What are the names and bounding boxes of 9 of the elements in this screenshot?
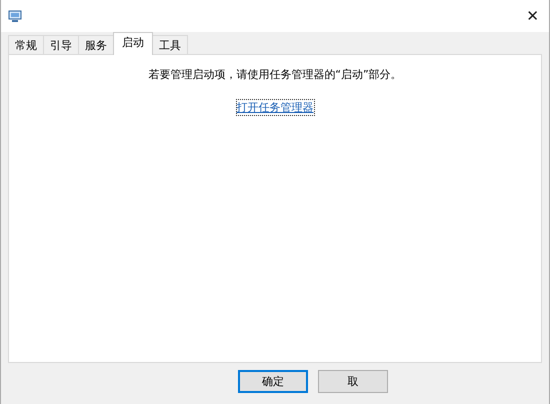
startup-message: 若要管理启动项，请使用任务管理器的“启动”部分。 xyxy=(148,67,402,82)
dialog-button[interactable]: 确定 xyxy=(238,370,308,393)
dialog-button[interactable]: 取 xyxy=(318,370,388,393)
app-icon xyxy=(8,10,22,22)
open-task-manager-link[interactable]: 打开任务管理器 xyxy=(236,100,314,115)
tab[interactable]: 工具 xyxy=(152,35,188,55)
tab[interactable]: 常规 xyxy=(8,35,44,55)
close-button[interactable]: ✕ xyxy=(526,7,539,25)
tab[interactable]: 启动 xyxy=(113,32,153,55)
